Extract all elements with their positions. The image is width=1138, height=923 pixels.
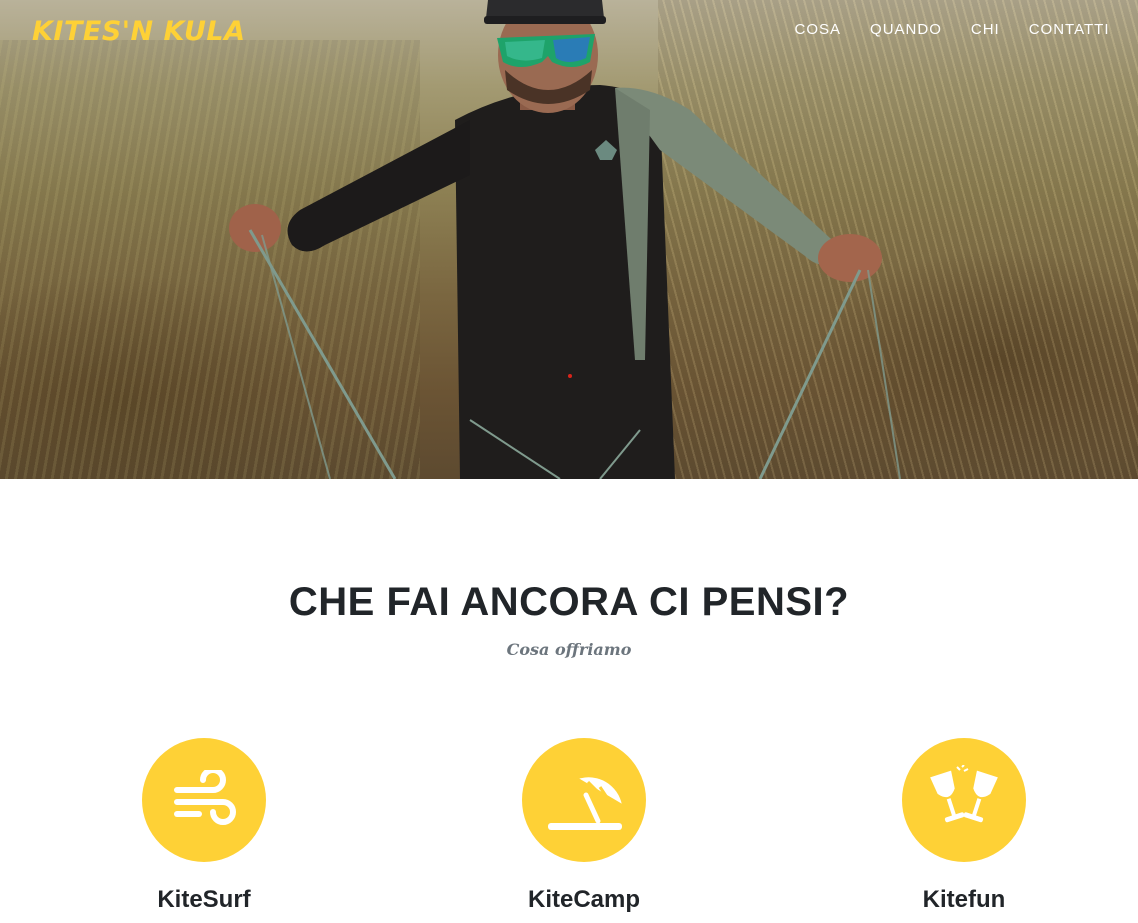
beach-umbrella-icon bbox=[522, 738, 646, 862]
service-title: KiteSurf bbox=[157, 886, 251, 913]
brand-logo[interactable]: KITES'N KULA bbox=[32, 16, 246, 47]
nav-item-contatti[interactable]: CONTATTI bbox=[1014, 21, 1124, 38]
main-nav: COSA QUANDO CHI CONTATTI bbox=[780, 21, 1124, 38]
service-title: KiteCamp bbox=[527, 886, 641, 913]
services-subheading: Cosa offriamo bbox=[506, 640, 632, 659]
service-kitesurf: KiteSurf bbox=[84, 738, 324, 914]
nav-item-quando[interactable]: QUANDO bbox=[856, 21, 957, 38]
services-heading: CHE FAI ANCORA CI PENSI? bbox=[288, 580, 850, 624]
nav-item-chi[interactable]: CHI bbox=[956, 21, 1014, 38]
service-title: Kitefun bbox=[922, 886, 1006, 913]
champagne-glasses-icon bbox=[902, 738, 1026, 862]
hero-photo bbox=[229, 0, 901, 479]
wind-icon bbox=[142, 738, 266, 862]
hero-section: KITES'N KULA COSA QUANDO CHI CONTATTI bbox=[0, 0, 1138, 479]
service-kitefun: Kitefun bbox=[844, 738, 1084, 914]
nav-item-cosa[interactable]: COSA bbox=[780, 21, 856, 38]
service-kitecamp: KiteCamp bbox=[464, 738, 704, 914]
